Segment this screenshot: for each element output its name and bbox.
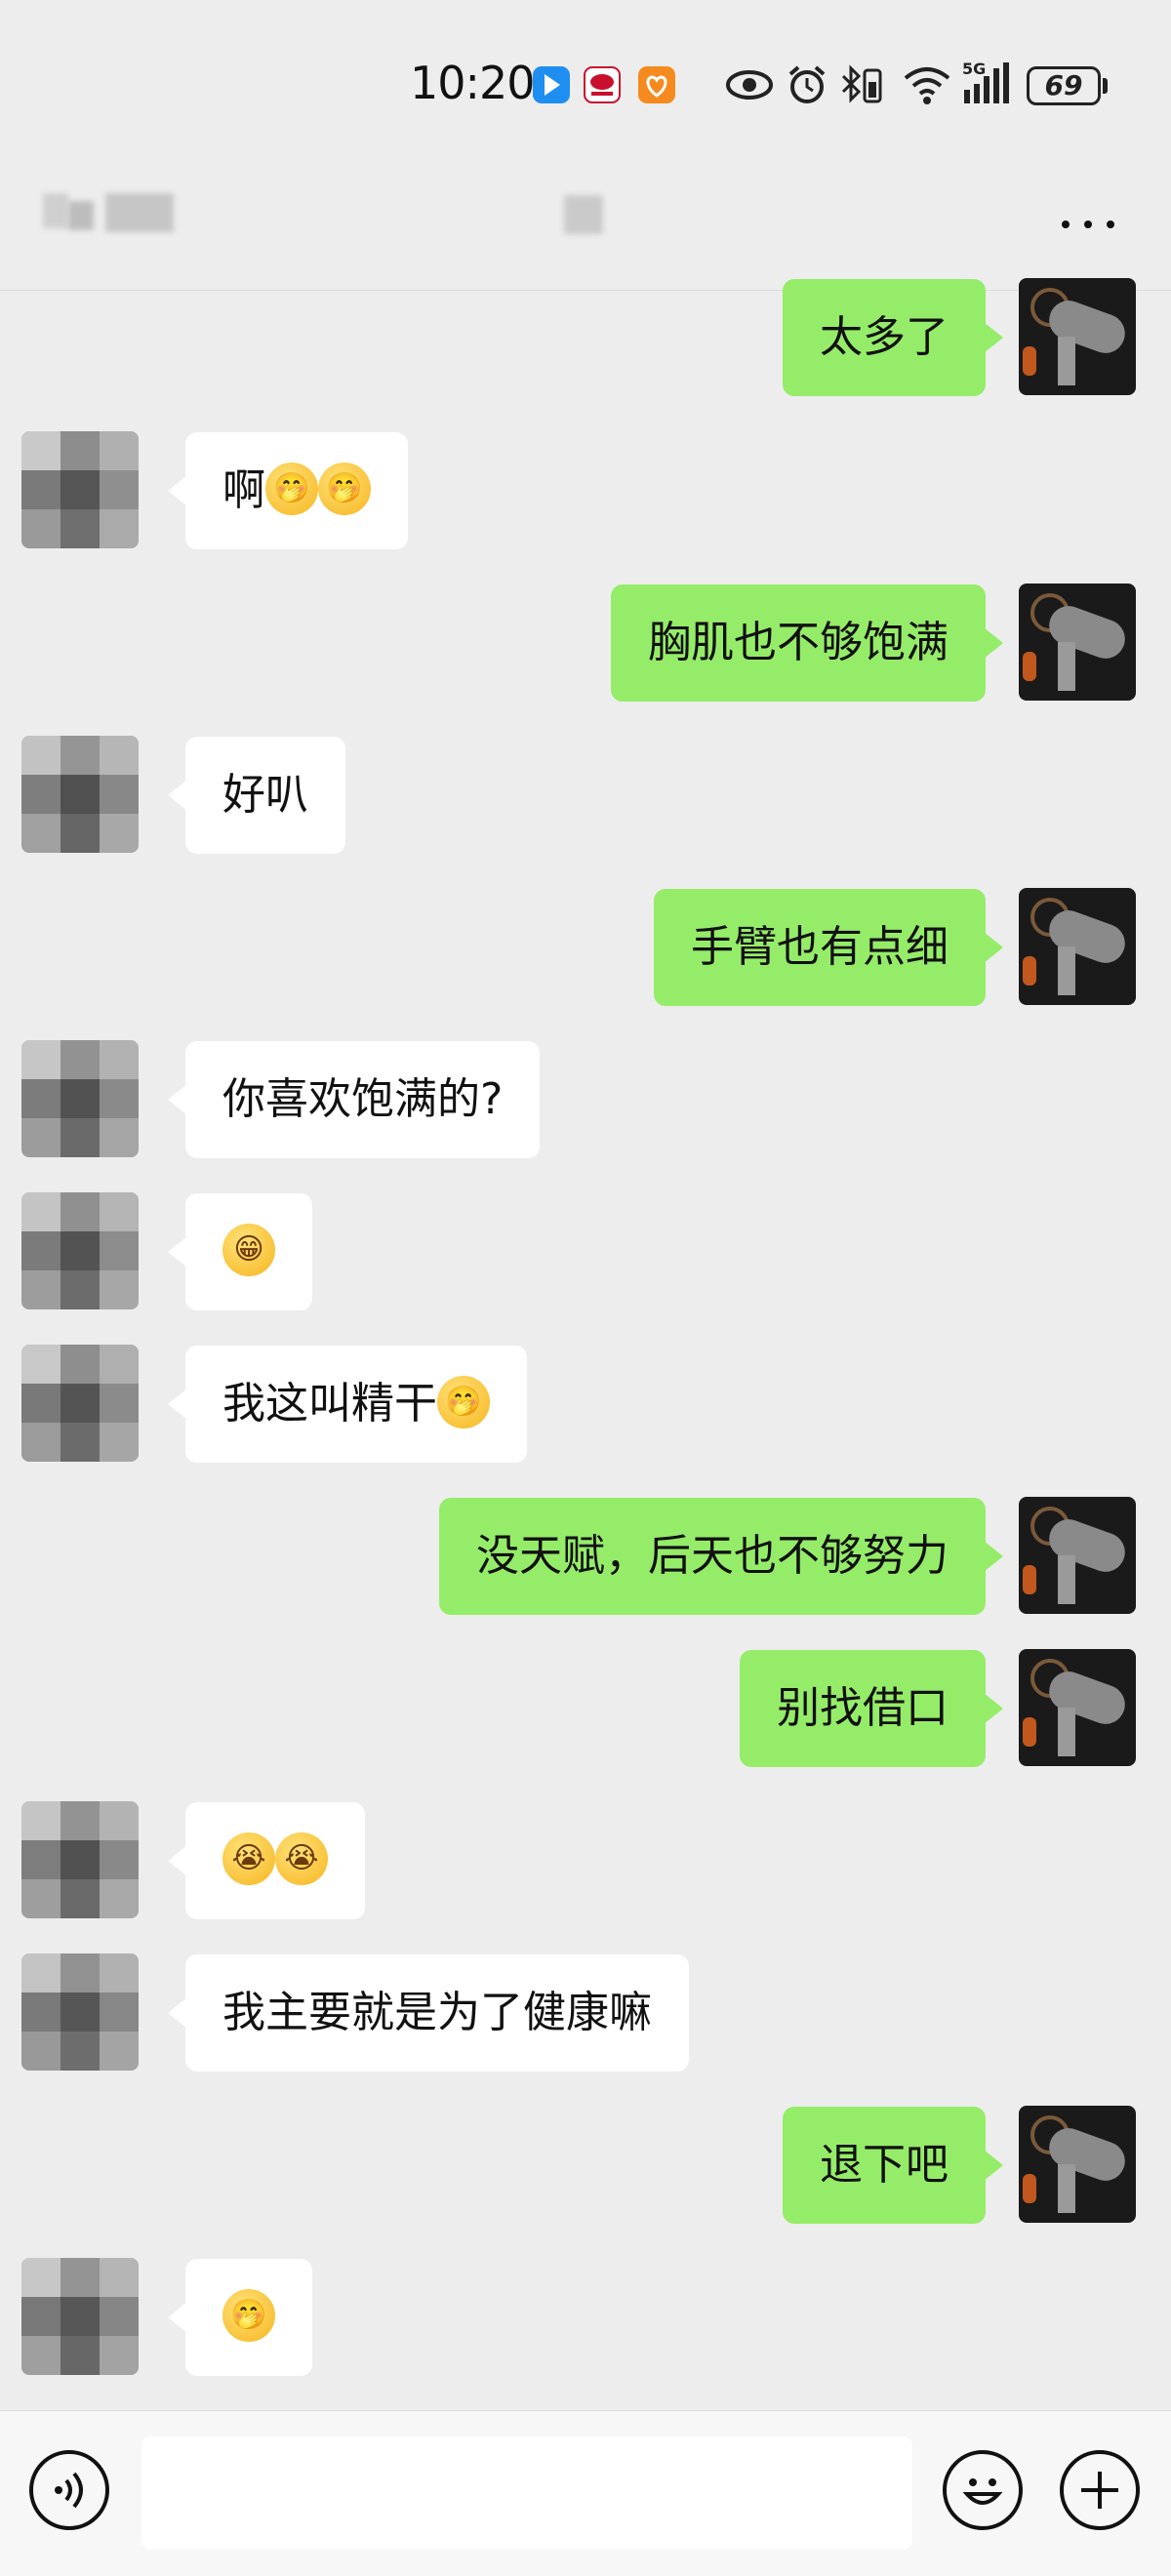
battery-tip: [1103, 78, 1108, 94]
wifi-icon: [902, 62, 952, 111]
message-text: 你喜欢饱满的?: [222, 1074, 504, 1124]
contact-avatar[interactable]: [21, 1345, 139, 1462]
hand-over-mouth-emoji: 🤭: [222, 2289, 275, 2342]
battery-indicator: 69: [1027, 66, 1101, 105]
contact-avatar[interactable]: [21, 1040, 139, 1157]
blurred-area: [68, 201, 94, 230]
message-bubble-mine[interactable]: 退下吧: [783, 2107, 1003, 2224]
emoji-icon[interactable]: [943, 2450, 1023, 2530]
message-bubble-other[interactable]: 😁: [168, 1193, 312, 1310]
message-text: 我主要就是为了健康嘛: [222, 1988, 652, 2037]
message-bubble-other[interactable]: 我主要就是为了健康嘛: [168, 1954, 689, 2072]
svg-text:5G: 5G: [962, 60, 986, 78]
message-text: 别找借口: [777, 1683, 949, 1733]
message-bubble-other[interactable]: 你喜欢饱满的?: [167, 1041, 541, 1158]
my-avatar[interactable]: [1019, 2106, 1136, 2223]
message-text: 啊: [222, 465, 265, 515]
message-text: 没天赋，后天也不够努力: [476, 1531, 949, 1581]
message-bubble-mine[interactable]: 手臂也有点细: [654, 889, 1003, 1006]
status-time: 10:20: [410, 57, 536, 109]
bluetooth-icon: [837, 62, 886, 111]
contact-avatar[interactable]: [21, 736, 139, 853]
message-text: 太多了: [820, 312, 949, 362]
hand-over-mouth-emoji: 🤭: [265, 463, 318, 515]
contact-avatar[interactable]: [21, 1801, 139, 1918]
more-dots-icon[interactable]: [1054, 200, 1122, 249]
my-avatar[interactable]: [1019, 584, 1136, 701]
hand-over-mouth-emoji: 🤭: [437, 1376, 490, 1429]
blurred-area: [105, 193, 174, 232]
grinning-emoji: 😁: [222, 1224, 275, 1276]
message-bubble-other[interactable]: 啊 🤭 🤭: [168, 432, 408, 549]
message-input[interactable]: [141, 2436, 912, 2550]
contact-avatar[interactable]: [21, 1953, 139, 2071]
message-bubble-mine[interactable]: 别找借口: [740, 1650, 1003, 1767]
message-bubble-other[interactable]: 😭 😭: [168, 1802, 365, 1919]
message-text: 胸肌也不够饱满: [648, 618, 949, 667]
status-bar: 10:20 5G 69: [0, 0, 1171, 166]
my-avatar[interactable]: [1019, 888, 1136, 1005]
crying-emoji: 😭: [222, 1832, 275, 1885]
contact-avatar[interactable]: [21, 1192, 139, 1309]
orange-app-icon: [638, 66, 675, 103]
alarm-icon: [785, 62, 829, 111]
message-bubble-other[interactable]: 🤭: [168, 2259, 312, 2376]
my-avatar[interactable]: [1019, 1649, 1136, 1766]
plus-icon[interactable]: [1060, 2450, 1140, 2530]
message-bubble-other[interactable]: 我这叫精干 🤭: [168, 1346, 527, 1463]
message-bubble-mine[interactable]: 太多了: [783, 279, 1003, 396]
message-text: 手臂也有点细: [691, 922, 949, 972]
my-avatar[interactable]: [1019, 278, 1136, 395]
location-app-icon: [533, 66, 570, 103]
red-app-icon: [584, 66, 621, 103]
contact-avatar[interactable]: [21, 2258, 139, 2375]
back-button-blurred[interactable]: [43, 193, 68, 228]
signal-icon: 5G: [960, 59, 1019, 111]
voice-icon[interactable]: [29, 2450, 109, 2530]
message-bubble-mine[interactable]: 胸肌也不够饱满: [611, 584, 1003, 702]
my-avatar[interactable]: [1019, 1497, 1136, 1614]
message-text: 退下吧: [820, 2140, 949, 2190]
contact-avatar[interactable]: [21, 431, 139, 548]
crying-emoji: 😭: [275, 1832, 328, 1885]
hand-over-mouth-emoji: 🤭: [318, 463, 371, 515]
message-bubble-mine[interactable]: 没天赋，后天也不够努力: [439, 1498, 1003, 1615]
message-text: 好叭: [222, 770, 308, 820]
message-bubble-other[interactable]: 好叭: [168, 737, 345, 854]
eye-icon: [724, 62, 775, 111]
chat-title-blurred: [564, 195, 603, 234]
message-text: 我这叫精干: [222, 1379, 437, 1429]
